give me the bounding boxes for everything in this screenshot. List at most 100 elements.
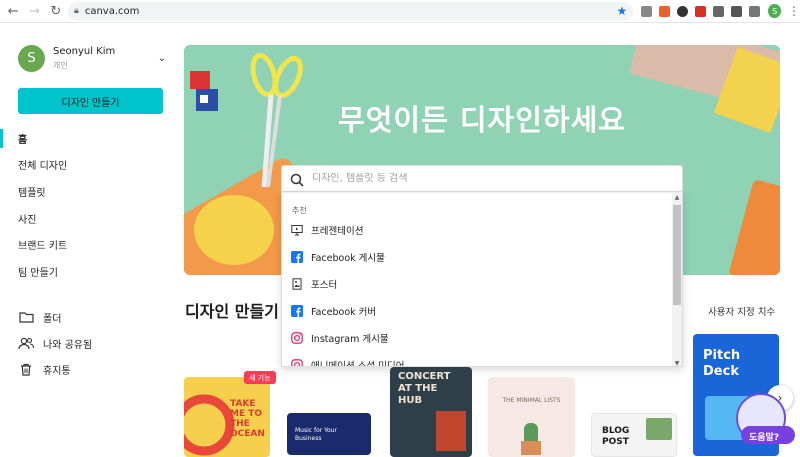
new-feature-badge: 새 기능: [244, 371, 276, 384]
extension-icon[interactable]: [731, 5, 743, 17]
sidebar-item-photos[interactable]: 사진: [0, 205, 176, 232]
search-input[interactable]: [312, 173, 672, 184]
thumbnail-text: Business: [295, 435, 322, 442]
thumbnail-art: [646, 418, 672, 440]
suggestion-facebook-post[interactable]: Facebook 게시물: [282, 243, 682, 270]
poster-icon: [291, 277, 303, 290]
sidebar-item-brand-kit[interactable]: 브랜드 키트: [0, 231, 176, 258]
thumbnail-text: HUB: [398, 395, 423, 406]
suggestion-animated-social[interactable]: 애니메이션 소셜 미디어: [282, 351, 682, 367]
suggestion-label: 애니메이션 소셜 미디어: [311, 360, 405, 367]
sidebar-item-create-team[interactable]: 팀 만들기: [0, 258, 176, 285]
address-bar[interactable]: 🔒︎ canva.com ★: [68, 1, 634, 21]
reload-icon[interactable]: ↻: [48, 2, 64, 20]
back-icon[interactable]: ←: [5, 2, 21, 20]
url-text: canva.com: [84, 5, 140, 17]
sidebar-nav: 홈 전체 디자인 템플릿 사진 브랜드 키트 팀 만들기: [0, 125, 176, 285]
sidebar-item-label: 브랜드 키트: [18, 241, 68, 253]
thumbnail-text: AT THE: [398, 383, 438, 394]
search-icon: [290, 172, 304, 187]
suggestion-instagram-post[interactable]: Instagram 게시물: [282, 324, 682, 351]
suggestion-presentation[interactable]: 프레젠테이션: [282, 216, 682, 243]
scrollbar-thumb[interactable]: [673, 205, 681, 305]
suggestion-label: 프레젠테이션: [311, 225, 364, 237]
folder-icon: [18, 310, 34, 324]
extension-icon[interactable]: [659, 5, 671, 17]
help-label: 도움말?: [749, 433, 780, 443]
trash-icon: [18, 362, 34, 376]
sidebar-item-templates[interactable]: 템플릿: [0, 178, 176, 205]
extension-icon[interactable]: [677, 5, 689, 17]
browser-toolbar: ← → ↻ 🔒︎ canva.com ★ S ⋮: [0, 0, 800, 23]
instagram-icon: [291, 331, 303, 344]
sidebar-item-label: 사진: [18, 214, 37, 226]
template-thumbnail-ocean[interactable]: TAKE ME TO THE OCEAN: [184, 377, 270, 457]
template-thumbnail-concert[interactable]: CONCERT AT THE HUB: [390, 367, 472, 457]
extension-icon[interactable]: [695, 5, 707, 17]
template-thumbnail-music[interactable]: Music for Your Business: [287, 413, 371, 455]
lock-icon: 🔒︎: [74, 6, 79, 16]
thumbnail-text: TAKE ME TO THE OCEAN: [230, 399, 265, 439]
suggestions-header: 추천: [292, 206, 307, 215]
account-switcher[interactable]: S Seonyul Kim 개인 ⌄: [18, 45, 166, 72]
facebook-icon: [291, 250, 303, 263]
instagram-icon: [291, 358, 303, 366]
browser-profile-avatar[interactable]: S: [768, 4, 781, 18]
sidebar-item-label: 팀 만들기: [18, 267, 58, 279]
sidebar-item-label: 휴지통: [43, 365, 71, 377]
sidebar-item-label: 템플릿: [18, 187, 46, 199]
sidebar-secondary-nav: 폴더 나와 공유됨 휴지통: [0, 304, 176, 382]
bookmark-star-icon[interactable]: ★: [617, 4, 628, 18]
avatar: S: [18, 45, 45, 72]
user-name: Seonyul Kim: [53, 46, 116, 57]
thumbnail-text: POST: [602, 437, 629, 447]
browser-menu-icon[interactable]: ⋮: [788, 4, 800, 18]
suggestion-label: Facebook 커버: [311, 306, 377, 318]
thumbnail-text: THE MINIMAL LISTS: [502, 397, 561, 404]
template-thumbnail-blog[interactable]: BLOG POST: [591, 413, 677, 457]
search-bar[interactable]: [281, 165, 683, 192]
sidebar-item-all-designs[interactable]: 전체 디자인: [0, 152, 176, 179]
extension-icon[interactable]: [713, 5, 725, 17]
suggestion-poster[interactable]: 포스터: [282, 270, 682, 297]
chevron-down-icon[interactable]: ⌄: [158, 53, 166, 64]
search-suggestions-dropdown: 추천 프레젠테이션 Facebook 게시물 포스터 Facebook 커버 I…: [281, 192, 683, 367]
sidebar-item-folders[interactable]: 폴더: [0, 304, 176, 330]
thumbnail-text: BLOG: [602, 426, 630, 436]
thumbnail-text: Pitch: [703, 348, 741, 363]
thumbnail-text: CONCERT: [398, 371, 451, 382]
sidebar-item-label: 폴더: [43, 313, 62, 325]
presentation-icon: [291, 224, 303, 236]
paper-roll-illustration: [194, 195, 274, 265]
account-type: 개인: [53, 61, 68, 70]
suggestion-label: Instagram 게시물: [311, 333, 389, 345]
sidebar-item-label: 나와 공유됨: [43, 339, 93, 351]
suggestion-label: 포스터: [311, 279, 338, 291]
thumbnail-art: [436, 411, 466, 451]
extension-tray: [641, 5, 761, 17]
facebook-icon: [291, 304, 303, 317]
sidebar-item-home[interactable]: 홈: [0, 125, 176, 152]
scroll-up-icon[interactable]: ▲: [673, 194, 681, 201]
dropdown-scrollbar[interactable]: ▲ ▼: [672, 193, 682, 366]
suggestion-label: Facebook 게시물: [311, 252, 385, 264]
people-icon: [18, 336, 34, 350]
scroll-down-icon[interactable]: ▼: [673, 360, 681, 366]
sidebar: S Seonyul Kim 개인 ⌄ 디자인 만들기 홈 전체 디자인 템플릿 …: [0, 24, 176, 452]
paper-illustration: [728, 178, 780, 275]
sidebar-item-label: 홈: [18, 134, 28, 146]
sidebar-item-label: 전체 디자인: [18, 161, 68, 173]
template-thumbnail-minimal[interactable]: THE MINIMAL LISTS: [488, 377, 575, 457]
help-button[interactable]: 도움말?: [735, 392, 797, 446]
suggestion-facebook-cover[interactable]: Facebook 커버: [282, 297, 682, 324]
pot-illustration: [521, 441, 541, 455]
custom-size-link[interactable]: 사용자 지정 치수: [708, 304, 775, 318]
thumbnail-text: Deck: [703, 364, 739, 379]
hero-title: 무엇이든 디자인하세요: [338, 103, 626, 137]
forward-icon[interactable]: →: [26, 2, 42, 20]
extension-icon[interactable]: [749, 5, 761, 17]
extension-icon[interactable]: [641, 5, 653, 17]
create-design-button[interactable]: 디자인 만들기: [18, 88, 163, 114]
sidebar-item-trash[interactable]: 휴지통: [0, 356, 176, 382]
sidebar-item-shared[interactable]: 나와 공유됨: [0, 330, 176, 356]
